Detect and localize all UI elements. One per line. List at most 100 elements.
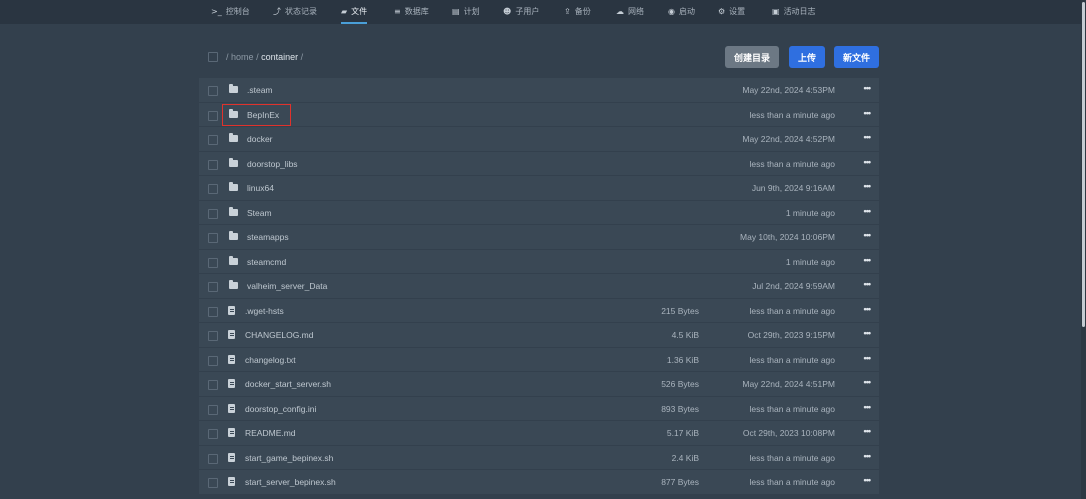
folder-icon [229, 280, 238, 289]
file-name[interactable]: Steam [247, 208, 272, 218]
file-modified-date: less than a minute ago [749, 158, 835, 169]
more-options-icon[interactable]: ••• [864, 83, 872, 93]
row-checkbox[interactable] [208, 478, 218, 488]
row-checkbox[interactable] [208, 429, 218, 439]
file-row[interactable]: steamcmd 1 minute ago ••• [199, 249, 879, 274]
row-checkbox[interactable] [208, 257, 218, 268]
row-checkbox[interactable] [208, 184, 218, 194]
file-row[interactable]: linux64 Jun 9th, 2024 9:16AM ••• [199, 176, 879, 201]
breadcrumb-current[interactable]: container [261, 52, 298, 62]
more-options-icon[interactable]: ••• [864, 279, 872, 289]
row-checkbox[interactable] [208, 282, 218, 292]
file-row[interactable]: BepInEx less than a minute ago ••• [199, 102, 879, 127]
nav-item[interactable]: ⇪ 备份 [564, 0, 591, 22]
file-name[interactable]: README.md [245, 428, 296, 438]
create-directory-button[interactable]: 创建目录 [725, 46, 779, 68]
file-row[interactable]: start_game_bepinex.sh 2.4 KiB less than a … [199, 445, 879, 470]
nav-item[interactable]: ≡ 数据库 [394, 0, 429, 22]
new-file-button[interactable]: 新文件 [834, 46, 879, 68]
nav-item[interactable]: ◉ 启动 [668, 0, 695, 22]
scrollbar[interactable] [1081, 0, 1086, 499]
row-checkbox[interactable] [208, 110, 218, 121]
row-checkbox[interactable] [208, 86, 218, 96]
row-checkbox[interactable] [208, 404, 218, 415]
more-options-icon[interactable]: ••• [864, 451, 872, 461]
file-name[interactable]: docker_start_server.sh [245, 379, 331, 389]
breadcrumb-home[interactable]: home [231, 52, 254, 62]
file-name[interactable]: start_server_bepinex.sh [245, 477, 336, 487]
file-name[interactable]: steamapps [247, 232, 289, 242]
file-row[interactable]: doorstop_libs less than a minute ago ••• [199, 151, 879, 176]
file-row[interactable]: CHANGELOG.md 4.5 KiB Oct 29th, 2023 9:15PM… [199, 323, 879, 348]
nav-item[interactable]: ⚙ 设置 [718, 0, 745, 22]
folder-icon [229, 84, 238, 93]
row-checkbox[interactable] [208, 453, 218, 464]
more-options-icon[interactable]: ••• [864, 181, 872, 191]
more-options-icon[interactable]: ••• [864, 426, 872, 436]
file-name[interactable]: CHANGELOG.md [245, 330, 314, 340]
file-name[interactable]: doorstop_libs [247, 159, 298, 169]
file-size: 893 Bytes [661, 403, 699, 414]
file-name[interactable]: .steam [247, 85, 273, 95]
file-modified-date: less than a minute ago [749, 403, 835, 414]
file-name[interactable]: valheim_server_Data [247, 281, 327, 291]
file-name[interactable]: start_game_bepinex.sh [245, 453, 333, 463]
file-name[interactable]: steamcmd [247, 257, 286, 267]
row-checkbox[interactable] [208, 135, 218, 145]
file-name[interactable]: docker [247, 134, 273, 144]
file-row[interactable]: .steam May 22nd, 2024 4:53PM ••• [199, 78, 879, 103]
file-row[interactable]: changelog.txt 1.36 KiB less than a minute … [199, 347, 879, 372]
more-options-icon[interactable]: ••• [864, 402, 872, 412]
file-row[interactable]: Steam 1 minute ago ••• [199, 200, 879, 225]
breadcrumb-separator: / [300, 52, 304, 62]
more-options-icon[interactable]: ••• [864, 108, 872, 118]
upload-button[interactable]: 上传 [789, 46, 825, 68]
more-options-icon[interactable]: ••• [864, 230, 872, 240]
nav-item[interactable]: ▤ 计划 [452, 0, 480, 22]
nav-item[interactable]: ☁ 网络 [616, 0, 644, 22]
file-modified-date: less than a minute ago [749, 477, 835, 487]
nav-item[interactable]: ▣ 活动日志 [772, 0, 816, 22]
file-name[interactable]: .wget-hsts [245, 306, 284, 316]
file-row[interactable]: docker_start_server.sh 526 Bytes May 22nd,… [199, 372, 879, 397]
file-row[interactable]: start_server_bepinex.sh 877 Bytes less tha… [199, 470, 879, 495]
file-name[interactable]: doorstop_config.ini [245, 404, 316, 414]
row-checkbox[interactable] [208, 306, 218, 317]
file-name[interactable]: changelog.txt [245, 355, 296, 365]
more-options-icon[interactable]: ••• [864, 353, 872, 363]
nav-icon: ≡ [394, 6, 401, 16]
nav-item[interactable]: ⤴ 状态记录 [273, 0, 317, 22]
file-modified-date: less than a minute ago [749, 452, 835, 463]
breadcrumb-separator: / [256, 52, 259, 62]
file-row[interactable]: doorstop_config.ini 893 Bytes less than a … [199, 396, 879, 421]
more-options-icon[interactable]: ••• [864, 157, 872, 167]
file-row[interactable]: steamapps May 10th, 2024 10:06PM ••• [199, 225, 879, 250]
row-checkbox[interactable] [208, 233, 218, 243]
file-row[interactable]: README.md 5.17 KiB Oct 29th, 2023 10:08PM •… [199, 421, 879, 446]
nav-item[interactable]: >_ 控制台 [211, 0, 250, 22]
file-size: 5.17 KiB [666, 428, 699, 438]
row-checkbox[interactable] [208, 380, 218, 390]
file-modified-date: Oct 29th, 2023 9:15PM [747, 330, 835, 340]
row-checkbox[interactable] [208, 159, 218, 170]
file-name[interactable]: linux64 [247, 183, 274, 193]
file-modified-date: May 22nd, 2024 4:51PM [742, 379, 835, 389]
more-options-icon[interactable]: ••• [864, 255, 872, 265]
file-row[interactable]: .wget-hsts 215 Bytes less than a minute ag… [199, 298, 879, 323]
file-row[interactable]: docker May 22nd, 2024 4:52PM ••• [199, 127, 879, 152]
more-options-icon[interactable]: ••• [864, 132, 872, 142]
more-options-icon[interactable]: ••• [864, 206, 872, 216]
more-options-icon[interactable]: ••• [864, 475, 872, 485]
more-options-icon[interactable]: ••• [864, 304, 872, 314]
file-modified-date: Jun 9th, 2024 9:16AM [751, 183, 835, 193]
scrollbar-thumb[interactable] [1082, 2, 1085, 327]
row-checkbox[interactable] [208, 331, 218, 341]
more-options-icon[interactable]: ••• [864, 328, 872, 338]
nav-item[interactable]: ☻ 子用户 [503, 0, 539, 22]
row-checkbox[interactable] [208, 208, 218, 219]
row-checkbox[interactable] [208, 355, 218, 366]
more-options-icon[interactable]: ••• [864, 377, 872, 387]
nav-item[interactable]: ▰ 文件 [341, 0, 368, 24]
file-row[interactable]: valheim_server_Data Jul 2nd, 2024 9:59AM •… [199, 274, 879, 299]
select-all-checkbox[interactable] [208, 52, 218, 62]
